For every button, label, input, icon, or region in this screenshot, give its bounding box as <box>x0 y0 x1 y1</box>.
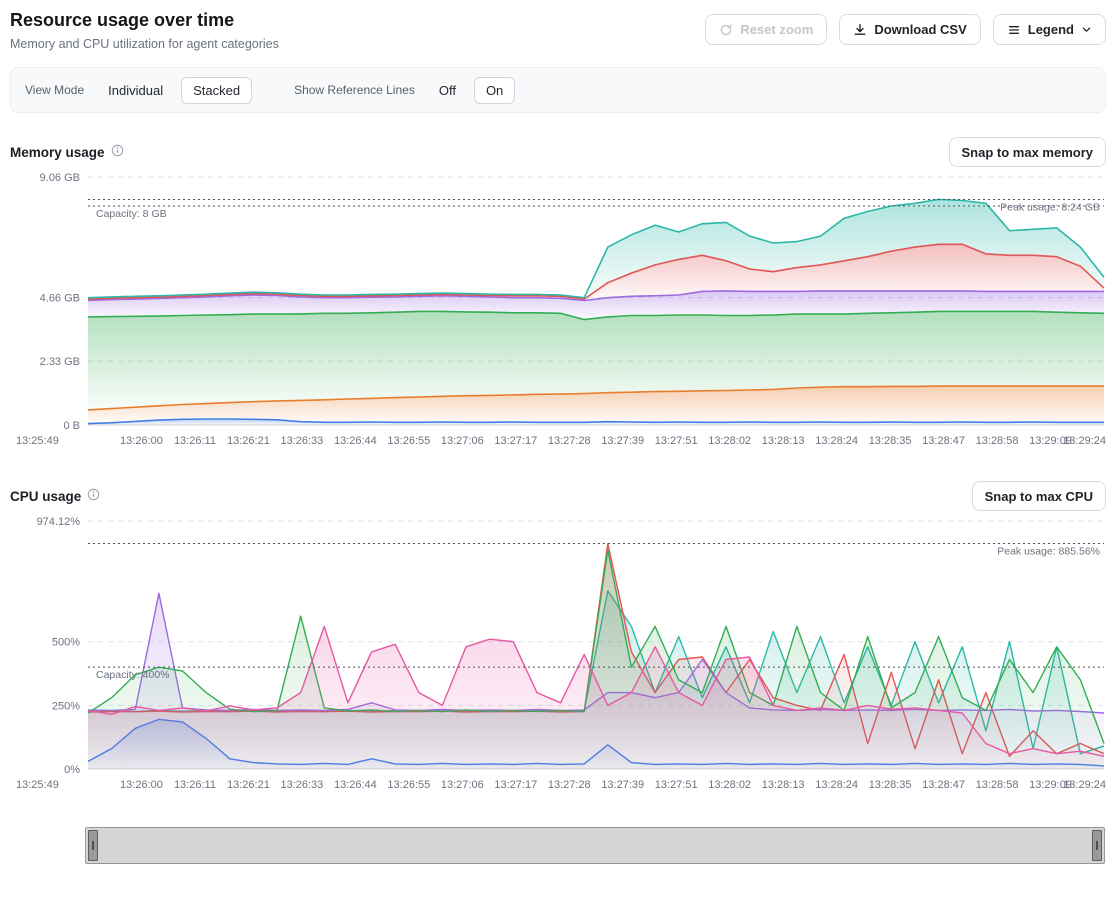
x-axis-tick-label: 13:26:55 <box>387 435 430 447</box>
cpu-title-text: CPU usage <box>10 489 81 504</box>
x-axis-tick-label: 13:28:58 <box>976 435 1019 447</box>
brush-handle-left[interactable] <box>88 830 98 861</box>
memory-section: Memory usage Snap to max memory 9.06 GB 4… <box>10 137 1106 457</box>
x-axis-tick-label: 13:28:35 <box>869 779 912 791</box>
x-axis-tick-label: 13:29:24 <box>1063 779 1106 791</box>
chevron-down-icon <box>1081 24 1092 35</box>
page-title: Resource usage over time <box>10 10 279 31</box>
y-axis-tick-label: 4.66 GB <box>40 292 80 304</box>
show-reference-lines-label: Show Reference Lines <box>294 83 415 97</box>
x-axis-tick-label: 13:28:58 <box>976 779 1019 791</box>
info-icon[interactable] <box>87 488 100 504</box>
x-axis-tick-label: 13:26:33 <box>280 435 323 447</box>
memory-title-text: Memory usage <box>10 145 105 160</box>
refresh-icon <box>719 23 733 37</box>
y-axis-tick-label: 9.06 GB <box>40 172 80 184</box>
x-axis-tick-label: 13:28:35 <box>869 435 912 447</box>
download-icon <box>853 23 867 37</box>
memory-chart[interactable]: 9.06 GB 4.66 GB 2.33 GB 0 B 13:25:49 13:26:00… <box>10 169 1106 457</box>
y-axis-tick-label: 0 B <box>63 420 80 432</box>
reference-line-label: Capacity: 400% <box>96 669 170 681</box>
header-actions: Reset zoom Download CSV Legend <box>705 14 1106 45</box>
x-axis-tick-label: 13:27:51 <box>655 779 698 791</box>
x-axis-tick-label: 13:28:47 <box>922 435 965 447</box>
x-axis-tick-label: 13:27:17 <box>494 435 537 447</box>
x-axis-tick-label: 13:27:28 <box>548 435 591 447</box>
y-axis-tick-label: 250% <box>52 700 80 712</box>
x-axis-tick-label: 13:27:28 <box>548 779 591 791</box>
legend-button[interactable]: Legend <box>993 14 1106 45</box>
view-mode-label: View Mode <box>25 83 84 97</box>
x-axis-tick-label: 13:27:51 <box>655 435 698 447</box>
legend-label: Legend <box>1028 22 1074 37</box>
x-axis-tick-label: 13:26:33 <box>280 779 323 791</box>
x-axis-tick-label: 13:27:39 <box>601 779 644 791</box>
x-axis-tick-label: 13:28:02 <box>708 779 751 791</box>
reset-zoom-button[interactable]: Reset zoom <box>705 14 827 45</box>
x-axis-tick-label: 13:25:49 <box>16 779 59 791</box>
x-axis-tick-label: 13:26:44 <box>334 435 377 447</box>
x-axis-tick-label: 13:26:00 <box>120 779 163 791</box>
x-axis-tick-label: 13:25:49 <box>16 435 59 447</box>
y-axis-tick-label: 0% <box>64 764 80 776</box>
x-axis-tick-label: 13:27:17 <box>494 779 537 791</box>
reference-lines-off-option[interactable]: Off <box>427 77 468 104</box>
page-subtitle: Memory and CPU utilization for agent cat… <box>10 37 279 51</box>
memory-section-header: Memory usage Snap to max memory <box>10 137 1106 167</box>
cpu-chart[interactable]: 974.12% 500% 250% 0% 13:25:49 13:26:00 13:26:1… <box>10 513 1106 801</box>
page-header: Resource usage over time Memory and CPU … <box>10 10 1106 51</box>
view-mode-stacked-option[interactable]: Stacked <box>181 77 252 104</box>
y-axis-tick-label: 2.33 GB <box>40 356 80 368</box>
x-axis-tick-label: 13:28:47 <box>922 779 965 791</box>
snap-to-max-cpu-button[interactable]: Snap to max CPU <box>972 481 1106 511</box>
x-axis-tick-label: 13:27:06 <box>441 435 484 447</box>
list-icon <box>1007 23 1021 37</box>
reference-line-label: Capacity: 8 GB <box>96 208 167 220</box>
x-axis-tick-label: 13:26:21 <box>227 779 270 791</box>
cpu-section: CPU usage Snap to max CPU 974.12% 500% 250… <box>10 481 1106 801</box>
reference-lines-on-option[interactable]: On <box>474 77 515 104</box>
x-axis-tick-label: 13:27:39 <box>601 435 644 447</box>
cpu-section-title: CPU usage <box>10 488 100 504</box>
dashboard-page: Resource usage over time Memory and CPU … <box>0 0 1116 906</box>
x-axis-tick-label: 13:28:02 <box>708 435 751 447</box>
snap-to-max-memory-button[interactable]: Snap to max memory <box>949 137 1107 167</box>
view-options-toolbar: View Mode Individual Stacked Show Refere… <box>10 67 1106 113</box>
x-axis-tick-label: 13:28:13 <box>762 435 805 447</box>
x-axis-tick-label: 13:27:06 <box>441 779 484 791</box>
x-axis-tick-label: 13:29:24 <box>1063 435 1106 447</box>
header-titles: Resource usage over time Memory and CPU … <box>10 10 279 51</box>
x-axis-tick-label: 13:26:00 <box>120 435 163 447</box>
download-csv-button[interactable]: Download CSV <box>839 14 980 45</box>
x-axis-tick-label: 13:26:44 <box>334 779 377 791</box>
x-axis-tick-label: 13:26:11 <box>174 779 216 791</box>
time-range-brush[interactable] <box>85 827 1105 864</box>
reference-line-label: Peak usage: 8.24 GB <box>1000 201 1100 213</box>
cpu-section-header: CPU usage Snap to max CPU <box>10 481 1106 511</box>
x-axis-tick-label: 13:26:21 <box>227 435 270 447</box>
x-axis-tick-label: 13:26:11 <box>174 435 216 447</box>
download-csv-label: Download CSV <box>874 22 966 37</box>
y-axis-tick-label: 974.12% <box>37 516 81 528</box>
memory-section-title: Memory usage <box>10 144 124 160</box>
info-icon[interactable] <box>111 144 124 160</box>
brush-handle-right[interactable] <box>1092 830 1102 861</box>
reference-line-label: Peak usage: 885.56% <box>997 546 1100 558</box>
x-axis-tick-label: 13:28:24 <box>815 779 858 791</box>
reset-zoom-label: Reset zoom <box>740 22 813 37</box>
x-axis-tick-label: 13:28:13 <box>762 779 805 791</box>
x-axis-tick-label: 13:28:24 <box>815 435 858 447</box>
y-axis-tick-label: 500% <box>52 637 80 649</box>
view-mode-individual-option[interactable]: Individual <box>96 77 175 104</box>
x-axis-tick-label: 13:26:55 <box>387 779 430 791</box>
